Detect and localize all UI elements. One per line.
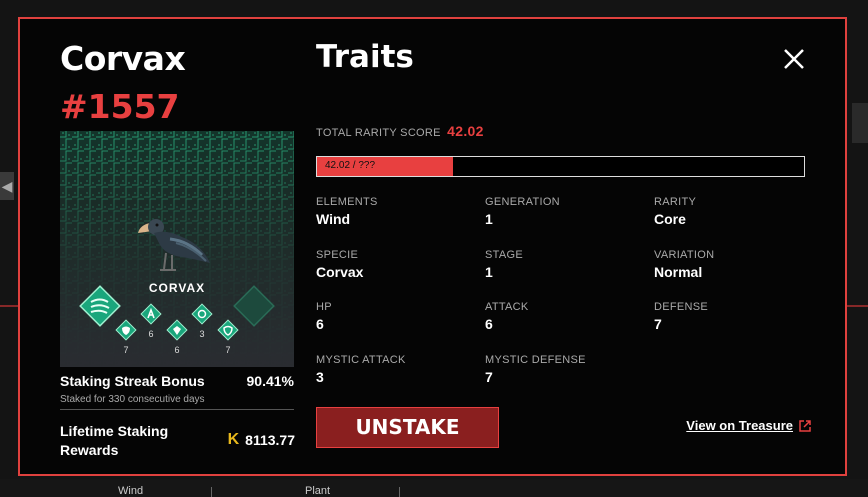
defense-stat-value: 6 [174,345,180,355]
lifetime-rewards-label: Lifetime Staking Rewards [60,423,169,458]
staking-streak: Staking Streak Bonus 90.41% Staked for 3… [60,373,294,405]
trait-key: DEFENSE [654,301,709,313]
external-link-icon [799,419,811,432]
trait-key: ATTACK [485,301,529,313]
trait-key: ELEMENTS [316,196,378,208]
trait-key: MYSTIC ATTACK [316,354,406,366]
rarity-score-label: TOTAL RARITY SCORE [316,127,441,139]
trait-value: 7 [654,316,662,332]
treasure-link-label: View on Treasure [686,418,793,433]
view-on-treasure-link[interactable]: View on Treasure [686,418,811,433]
token-id: #1557 [60,87,180,126]
trait-mystic-defense: MYSTIC DEFENSE 7 [485,354,586,385]
creature-card: CORVAX 7 6 6 3 7 [60,131,294,367]
rarity-score-value: 42.02 [447,123,484,139]
divider [60,409,294,410]
trait-value: 1 [485,264,493,280]
kote-token-icon: K [227,431,240,448]
trait-variation: VARIATION Normal [654,249,714,280]
streak-subtext: Staked for 330 consecutive days [60,394,205,405]
mystic-attack-stat-value: 3 [199,329,205,339]
bg-divider [211,487,212,497]
mystic-attack-stat-icon [191,303,213,325]
trait-value: Normal [654,264,703,280]
mystic-defense-stat-value: 7 [225,345,231,355]
trait-key: HP [316,301,332,313]
corvax-creature-image [138,219,210,271]
trait-value: Core [654,211,686,227]
bg-element-label: Wind [118,485,144,497]
trait-hp: HP 6 [316,301,332,332]
creature-detail-modal: Corvax #1557 CORVAX 7 6 6 3 7 Staking St… [18,17,847,476]
trait-value: 3 [316,369,324,385]
hp-stat-icon [115,319,137,341]
close-icon[interactable] [782,47,806,71]
trait-key: VARIATION [654,249,715,261]
defense-stat-icon [166,319,188,341]
hp-stat-value: 7 [123,345,129,355]
lifetime-rewards-value: 8113.77 [245,432,295,448]
trait-key: GENERATION [485,196,560,208]
trait-attack: ATTACK 6 [485,301,529,332]
trait-value: 6 [316,316,324,332]
trait-key: STAGE [485,249,523,261]
trait-rarity: RARITY Core [654,196,696,227]
trait-value: Wind [316,211,351,227]
trait-value: 6 [485,316,493,332]
traits-title: Traits [316,39,414,75]
trait-key: RARITY [654,196,697,208]
streak-value: 90.41% [246,373,294,389]
bg-divider [399,487,400,497]
attack-stat-value: 6 [148,329,154,339]
mystic-defense-stat-icon [217,319,239,341]
lifetime-rewards: K 8113.77 [228,431,295,449]
trait-generation: GENERATION 1 [485,196,560,227]
trait-stage: STAGE 1 [485,249,523,280]
background-panel-edge [852,103,868,143]
trait-key: MYSTIC DEFENSE [485,354,586,366]
trait-key: SPECIE [316,249,359,261]
total-rarity-score: TOTAL RARITY SCORE 42.02 [316,123,484,139]
attack-stat-icon [140,303,162,325]
creature-name: Corvax [60,39,186,78]
rarity-progress-text: 42.02 / ??? [325,160,376,171]
trait-specie: SPECIE Corvax [316,249,363,280]
background-footer: Wind Plant [0,479,868,497]
trait-value: 7 [485,369,493,385]
unstake-button[interactable]: UNSTAKE [316,407,499,448]
rarity-progress-bar: 42.02 / ??? [316,156,805,177]
trait-mystic-attack: MYSTIC ATTACK 3 [316,354,406,385]
trait-defense: DEFENSE 7 [654,301,708,332]
trait-value: Corvax [316,264,364,280]
trait-value: 1 [485,211,493,227]
trait-elements: ELEMENTS Wind [316,196,378,227]
carousel-left-arrow-icon[interactable]: ◀ [0,172,14,200]
bg-element-label: Plant [305,485,331,497]
